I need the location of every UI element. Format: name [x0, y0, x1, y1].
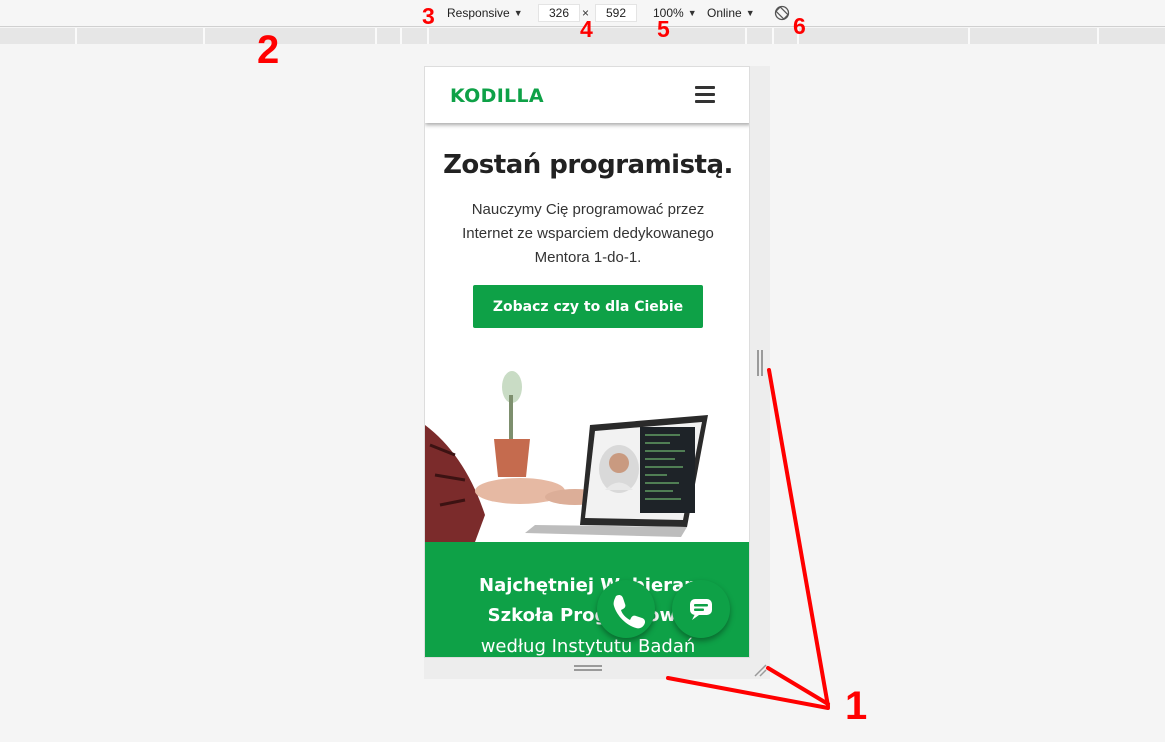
chevron-down-icon: ▼ [687, 8, 697, 18]
network-throttle-select[interactable]: Online ▼ [707, 6, 755, 20]
phone-icon [613, 594, 646, 629]
hero-laptop-image [425, 365, 749, 542]
hero-title: Zostań programistą. [443, 150, 733, 180]
annotation-6: 6 [793, 13, 806, 39]
ruler-tick [745, 28, 747, 44]
chevron-down-icon: ▼ [513, 8, 523, 18]
phone-fab-button[interactable] [597, 580, 655, 638]
width-input[interactable]: 326 [538, 4, 580, 22]
site-header: KODILLA [425, 67, 749, 123]
band-heading-line-3: według Instytutu Badań [480, 636, 696, 657]
ruler-tick [427, 28, 429, 44]
device-select-label: Responsive [447, 6, 510, 20]
annotation-4: 4 [580, 16, 593, 42]
ruler-tick [772, 28, 774, 44]
site-logo[interactable]: KODILLA [450, 85, 544, 107]
device-select[interactable]: Responsive ▼ [447, 6, 523, 20]
ruler-tick [203, 28, 205, 44]
device-viewport: KODILLA Zostań programistą. Nauczymy Cię… [424, 66, 750, 658]
annotation-3: 3 [422, 3, 435, 29]
hamburger-menu-icon[interactable] [695, 86, 715, 103]
resize-handle-right[interactable] [757, 350, 763, 376]
rotate-icon[interactable] [774, 5, 790, 21]
chevron-down-icon: ▼ [745, 8, 755, 18]
ruler-tick [375, 28, 377, 44]
ruler-tick [400, 28, 402, 44]
cta-button[interactable]: Zobacz czy to dla Ciebie [473, 285, 703, 328]
ruler-tick [968, 28, 970, 44]
resize-handle-bottom[interactable] [574, 665, 602, 672]
ruler-tick [1097, 28, 1099, 44]
hero-subtitle: Nauczymy Cię programować przez Internet … [462, 201, 714, 266]
chat-fab-button[interactable] [672, 580, 730, 638]
chat-icon [690, 599, 712, 620]
height-input[interactable]: 592 [595, 4, 637, 22]
network-select-label: Online [707, 6, 742, 20]
ruler-tick [75, 28, 77, 44]
annotation-5: 5 [657, 16, 670, 42]
resize-handle-icon[interactable] [752, 662, 768, 678]
annotation-1: 1 [845, 684, 868, 728]
annotation-2: 2 [257, 28, 280, 72]
